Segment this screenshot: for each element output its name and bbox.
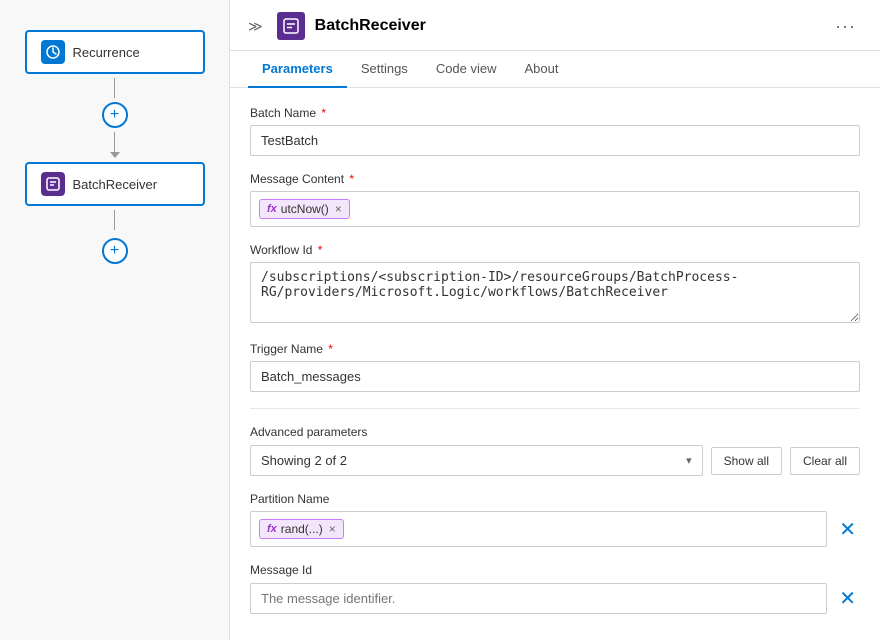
partition-name-field[interactable]: fx rand(...) × bbox=[250, 511, 827, 547]
advanced-parameters-section: Advanced parameters Showing 2 of 2 ▾ Sho… bbox=[250, 425, 860, 476]
advanced-parameters-label: Advanced parameters bbox=[250, 425, 860, 439]
panel-title: BatchReceiver bbox=[315, 17, 426, 35]
message-content-group: Message Content * fx utcNow() × bbox=[250, 172, 860, 227]
chevron-down-icon: ▾ bbox=[686, 454, 692, 467]
message-id-input[interactable] bbox=[250, 583, 827, 614]
trigger-name-label: Trigger Name * bbox=[250, 342, 860, 356]
connector-2 bbox=[114, 210, 115, 230]
right-panel: ≫ BatchReceiver ··· Parameters Settings … bbox=[230, 0, 880, 640]
panel-header-left: ≫ BatchReceiver bbox=[244, 12, 426, 40]
recurrence-label: Recurrence bbox=[73, 45, 140, 60]
utcnow-token: fx utcNow() × bbox=[259, 199, 350, 219]
token-text: utcNow() bbox=[281, 202, 329, 216]
message-id-delete-btn[interactable]: ✕ bbox=[835, 582, 860, 615]
expand-icon[interactable]: ≫ bbox=[244, 16, 267, 37]
batch-name-label: Batch Name * bbox=[250, 106, 860, 120]
recurrence-node[interactable]: Recurrence bbox=[25, 30, 205, 74]
advanced-dropdown[interactable]: Showing 2 of 2 ▾ bbox=[250, 445, 703, 476]
more-options-btn[interactable]: ··· bbox=[829, 14, 862, 39]
partition-name-group: Partition Name fx rand(...) × ✕ bbox=[250, 492, 860, 547]
trigger-name-group: Trigger Name * bbox=[250, 342, 860, 392]
partition-name-row: fx rand(...) × ✕ bbox=[250, 511, 860, 547]
add-bottom-btn[interactable]: + bbox=[102, 238, 128, 264]
tab-codeview[interactable]: Code view bbox=[422, 51, 511, 88]
panel-header: ≫ BatchReceiver ··· bbox=[230, 0, 880, 51]
tab-about[interactable]: About bbox=[511, 51, 573, 88]
recurrence-icon bbox=[41, 40, 65, 64]
partition-delete-btn[interactable]: ✕ bbox=[835, 513, 860, 546]
message-id-group: Message Id ✕ bbox=[250, 563, 860, 615]
tab-settings[interactable]: Settings bbox=[347, 51, 422, 88]
rand-token: fx rand(...) × bbox=[259, 519, 344, 539]
left-panel: Recurrence + BatchReceiver + bbox=[0, 0, 230, 640]
batchreceiver-label: BatchReceiver bbox=[73, 177, 158, 192]
message-id-label: Message Id bbox=[250, 563, 860, 577]
workflow-id-group: Workflow Id * /subscriptions/<subscripti… bbox=[250, 243, 860, 326]
rand-token-text: rand(...) bbox=[281, 522, 323, 536]
fx-icon: fx bbox=[267, 203, 277, 215]
message-content-label: Message Content * bbox=[250, 172, 860, 186]
token-close-btn[interactable]: × bbox=[335, 202, 342, 216]
advanced-row: Showing 2 of 2 ▾ Show all Clear all bbox=[250, 445, 860, 476]
divider bbox=[250, 408, 860, 409]
trigger-name-input[interactable] bbox=[250, 361, 860, 392]
message-id-row: ✕ bbox=[250, 582, 860, 615]
workflow-id-label: Workflow Id * bbox=[250, 243, 860, 257]
batch-name-input[interactable] bbox=[250, 125, 860, 156]
partition-name-label: Partition Name bbox=[250, 492, 860, 506]
message-content-field[interactable]: fx utcNow() × bbox=[250, 191, 860, 227]
batchreceiver-icon bbox=[41, 172, 65, 196]
connector-1: + bbox=[102, 78, 128, 158]
panel-logo-icon bbox=[277, 12, 305, 40]
add-between-btn[interactable]: + bbox=[102, 102, 128, 128]
fx-icon-2: fx bbox=[267, 523, 277, 535]
batch-name-group: Batch Name * bbox=[250, 106, 860, 156]
workflow-id-input[interactable]: /subscriptions/<subscription-ID>/resourc… bbox=[250, 262, 860, 323]
clear-all-btn[interactable]: Clear all bbox=[790, 447, 860, 475]
batchreceiver-node[interactable]: BatchReceiver bbox=[25, 162, 205, 206]
tabs-bar: Parameters Settings Code view About bbox=[230, 51, 880, 88]
tab-parameters[interactable]: Parameters bbox=[248, 51, 347, 88]
dropdown-text: Showing 2 of 2 bbox=[261, 453, 347, 468]
rand-token-close-btn[interactable]: × bbox=[329, 522, 336, 536]
form-content: Batch Name * Message Content * fx utcNow… bbox=[230, 88, 880, 640]
show-all-btn[interactable]: Show all bbox=[711, 447, 782, 475]
